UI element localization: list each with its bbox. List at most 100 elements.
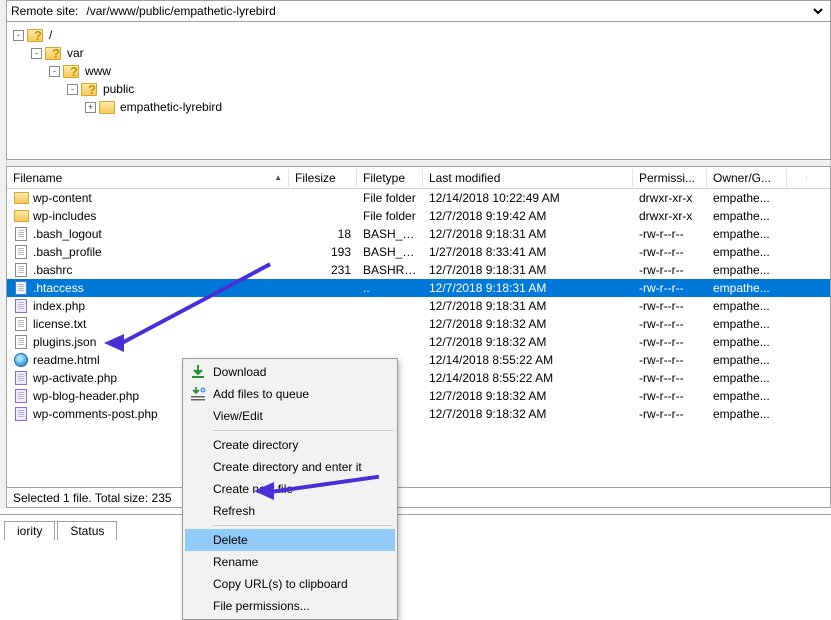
file-row[interactable]: index.php12/7/2018 9:18:31 AM-rw-r--r--e…: [7, 297, 830, 315]
file-owner: empathe...: [707, 334, 787, 350]
col-owner[interactable]: Owner/G...: [707, 169, 787, 187]
menu-item[interactable]: View/Edit: [185, 405, 395, 427]
file-name: .htaccess: [33, 281, 84, 295]
php-file-icon: [15, 407, 27, 421]
php-file-icon: [15, 371, 27, 385]
col-filetype[interactable]: Filetype: [357, 169, 423, 187]
tree-node[interactable]: +empathetic-lyrebird: [85, 98, 824, 116]
menu-item-label: Rename: [213, 555, 258, 569]
file-type: [357, 341, 423, 343]
col-scroll-spacer: [787, 176, 807, 180]
tree-node[interactable]: -? public: [67, 80, 824, 98]
file-icon: [15, 263, 27, 277]
expand-toggle-icon[interactable]: -: [13, 30, 24, 41]
tree-node[interactable]: -?www: [49, 62, 824, 80]
file-name: .bash_profile: [33, 245, 102, 259]
file-modified: 12/7/2018 9:18:32 AM: [423, 388, 633, 404]
file-row[interactable]: .bash_logout18BASH_L...12/7/2018 9:18:31…: [7, 225, 830, 243]
php-file-icon: [15, 299, 27, 313]
file-permissions: -rw-r--r--: [633, 262, 707, 278]
menu-separator: [213, 525, 393, 526]
file-owner: empathe...: [707, 280, 787, 296]
menu-item[interactable]: Rename: [185, 551, 395, 573]
menu-item-label: Copy URL(s) to clipboard: [213, 577, 348, 591]
file-owner: empathe...: [707, 190, 787, 206]
file-header-row: Filename▲ Filesize Filetype Last modifie…: [7, 167, 830, 189]
file-row[interactable]: .bash_profile193BASH_P...1/27/2018 8:33:…: [7, 243, 830, 261]
file-type: BASH_P...: [357, 244, 423, 260]
menu-item[interactable]: Download: [185, 361, 395, 383]
sort-caret-icon: ▲: [274, 173, 282, 182]
expand-toggle-icon[interactable]: -: [31, 48, 42, 59]
file-modified: 12/7/2018 9:19:42 AM: [423, 208, 633, 224]
file-owner: empathe...: [707, 226, 787, 242]
expand-toggle-icon[interactable]: -: [49, 66, 60, 77]
file-row[interactable]: license.txt12/7/2018 9:18:32 AM-rw-r--r-…: [7, 315, 830, 333]
file-type: File folder: [357, 208, 423, 224]
file-name: wp-comments-post.php: [33, 407, 158, 421]
file-owner: empathe...: [707, 388, 787, 404]
file-row[interactable]: .bashrc231BASHRC...12/7/2018 9:18:31 AM-…: [7, 261, 830, 279]
menu-item-label: Refresh: [213, 504, 255, 518]
file-owner: empathe...: [707, 208, 787, 224]
menu-item[interactable]: Delete: [185, 529, 395, 551]
file-type: File folder: [357, 190, 423, 206]
col-filesize[interactable]: Filesize: [289, 169, 357, 187]
tree-node[interactable]: -? var: [31, 44, 824, 62]
tree-node-label: /: [47, 28, 52, 42]
menu-item[interactable]: Refresh: [185, 500, 395, 522]
tree-node[interactable]: -? /: [13, 26, 824, 44]
expand-toggle-icon[interactable]: -: [67, 84, 78, 95]
file-row[interactable]: readme.html12/14/2018 8:55:22 AM-rw-r--r…: [7, 351, 830, 369]
expand-toggle-icon[interactable]: +: [85, 102, 96, 113]
col-permissions[interactable]: Permissi...: [633, 169, 707, 187]
tree-node-label: var: [65, 46, 84, 60]
file-name: plugins.json: [33, 335, 96, 349]
question-overlay-icon: ?: [88, 82, 96, 97]
file-permissions: -rw-r--r--: [633, 244, 707, 260]
menu-item-label: File permissions...: [213, 599, 310, 613]
col-filename[interactable]: Filename▲: [7, 169, 289, 187]
menu-item[interactable]: Add files to queue: [185, 383, 395, 405]
folder-icon: [99, 101, 115, 114]
remote-path-input[interactable]: /var/www/public/empathetic-lyrebird: [82, 2, 826, 20]
file-permissions: -rw-r--r--: [633, 352, 707, 368]
menu-item[interactable]: Create directory and enter it: [185, 456, 395, 478]
file-type: [357, 323, 423, 325]
file-row[interactable]: wp-blog-header.php12/7/2018 9:18:32 AM-r…: [7, 387, 830, 405]
menu-item[interactable]: Create directory: [185, 434, 395, 456]
bottom-tab[interactable]: iority: [4, 521, 55, 540]
bottom-tab[interactable]: Status: [57, 521, 117, 540]
status-text: Selected 1 file. Total size: 235: [13, 491, 172, 505]
file-size: 18: [289, 226, 357, 242]
question-overlay-icon: ?: [34, 28, 42, 43]
file-row[interactable]: wp-activate.php12/14/2018 8:55:22 AM-rw-…: [7, 369, 830, 387]
file-type: BASHRC...: [357, 262, 423, 278]
file-owner: empathe...: [707, 370, 787, 386]
file-icon: [15, 245, 27, 259]
tree-node-label: public: [101, 82, 134, 96]
file-permissions: drwxr-xr-x: [633, 190, 707, 206]
file-row[interactable]: wp-includesFile folder12/7/2018 9:19:42 …: [7, 207, 830, 225]
file-permissions: -rw-r--r--: [633, 406, 707, 422]
folder-icon: [14, 210, 29, 222]
file-name: readme.html: [33, 353, 100, 367]
file-size: [289, 197, 357, 199]
file-icon: [15, 227, 27, 241]
question-overlay-icon: ?: [70, 64, 78, 79]
col-modified[interactable]: Last modified: [423, 169, 633, 187]
menu-item[interactable]: File permissions...: [185, 595, 395, 617]
file-size: [289, 323, 357, 325]
file-row[interactable]: .htaccess..12/7/2018 9:18:31 AM-rw-r--r-…: [7, 279, 830, 297]
file-modified: 12/14/2018 10:22:49 AM: [423, 190, 633, 206]
menu-item-label: Download: [213, 365, 266, 379]
file-size: [289, 341, 357, 343]
file-row[interactable]: wp-comments-post.php12/7/2018 9:18:32 AM…: [7, 405, 830, 423]
file-modified: 1/27/2018 8:33:41 AM: [423, 244, 633, 260]
file-row[interactable]: wp-contentFile folder12/14/2018 10:22:49…: [7, 189, 830, 207]
menu-item[interactable]: Copy URL(s) to clipboard: [185, 573, 395, 595]
remote-tree-panel[interactable]: -?/-?var-?www-?public+empathetic-lyrebir…: [6, 22, 831, 160]
menu-item-label: Create directory: [213, 438, 298, 452]
question-overlay-icon: ?: [52, 46, 60, 61]
file-permissions: -rw-r--r--: [633, 226, 707, 242]
